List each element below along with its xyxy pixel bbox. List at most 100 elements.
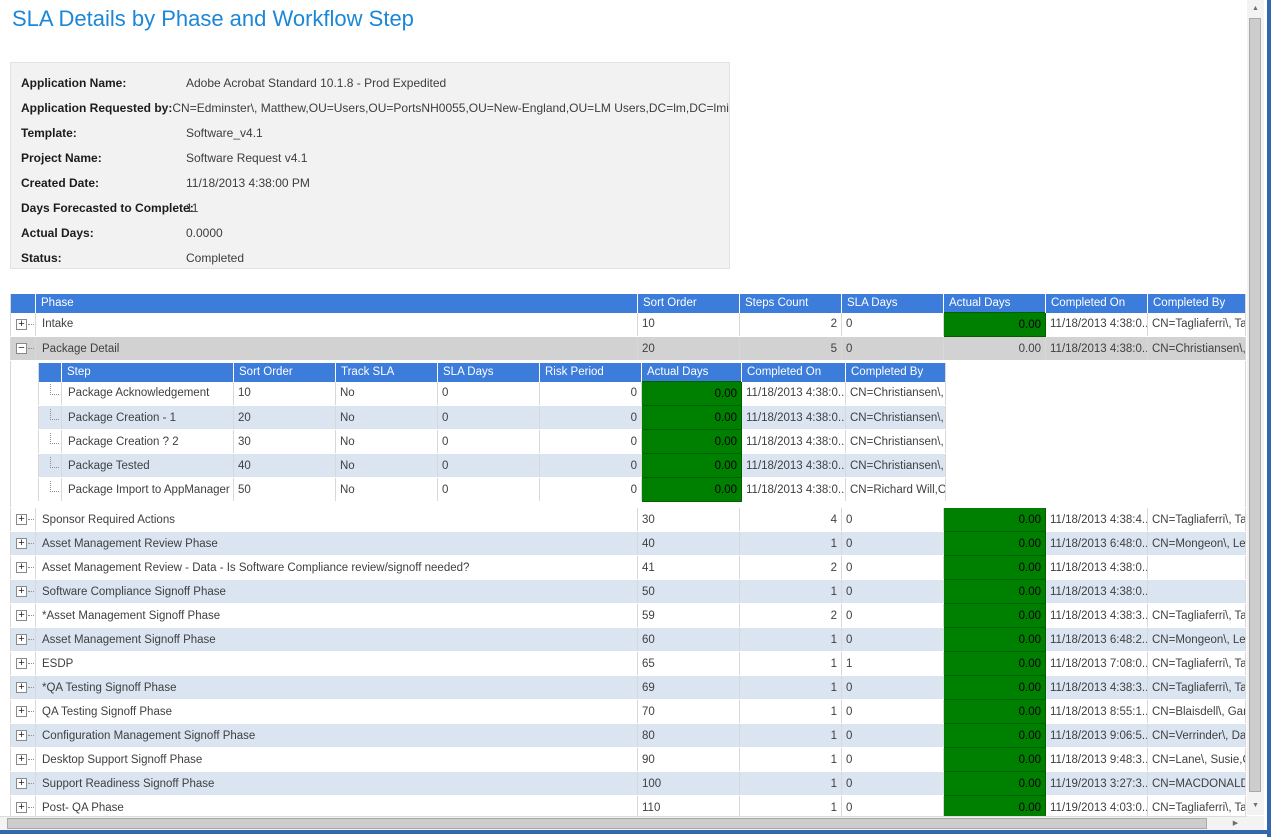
completed-by-cell: CN=Christiansen\, ... [1148, 337, 1246, 361]
step-connector-cell [39, 454, 62, 478]
sla-days-cell: 0 [842, 628, 944, 652]
horizontal-scroll-thumb[interactable] [7, 818, 1207, 829]
expander-cell[interactable]: + [11, 628, 36, 652]
phase-name-cell: *Asset Management Signoff Phase [36, 604, 638, 628]
track-sla-cell: No [336, 454, 438, 478]
completed-by-cell: CN=Tagliaferri\, Ta... [1148, 313, 1246, 337]
info-field-row: Application Requested by:CN=Edminster\, … [11, 95, 729, 120]
scroll-down-icon: ▼ [1252, 802, 1259, 809]
dotted-connector [28, 663, 36, 664]
scroll-down-button[interactable]: ▼ [1248, 798, 1263, 813]
dotted-connector [28, 639, 36, 640]
sort-order-cell: 40 [234, 454, 336, 478]
info-field-value: CN=Edminster\, Matthew,OU=Users,OU=Ports… [172, 101, 729, 115]
horizontal-scrollbar[interactable]: ▶ [0, 816, 1247, 831]
expander-cell[interactable]: + [11, 604, 36, 628]
steps-count-cell: 1 [740, 748, 842, 772]
expand-icon[interactable]: + [16, 730, 27, 741]
phase-header-row: PhaseSort OrderSteps CountSLA DaysActual… [11, 294, 1246, 313]
info-field-row: Project Name:Software Request v4.1 [11, 145, 729, 170]
dotted-connector [28, 759, 36, 760]
sort-order-cell: 50 [234, 478, 336, 502]
risk-period-cell: 0 [540, 382, 642, 406]
dotted-connector [28, 783, 36, 784]
expander-cell[interactable]: + [11, 772, 36, 796]
collapse-icon[interactable]: − [16, 343, 27, 354]
info-field-row: Days Forecasted to Complete:11 [11, 195, 729, 220]
expand-icon[interactable]: + [16, 658, 27, 669]
actual-days-cell: 0.00 [944, 628, 1046, 652]
steps-count-cell: 5 [740, 337, 842, 361]
expander-cell[interactable]: + [11, 313, 36, 337]
dotted-connector [28, 687, 36, 688]
expand-icon[interactable]: + [16, 778, 27, 789]
expand-icon[interactable]: + [16, 706, 27, 717]
sla-days-cell: 0 [842, 772, 944, 796]
scroll-right-icon: ▶ [1233, 820, 1238, 827]
scroll-right-button[interactable]: ▶ [1228, 816, 1243, 831]
dotted-connector [28, 615, 36, 616]
step-name-cell: Package Tested [62, 454, 234, 478]
expand-icon[interactable]: + [16, 754, 27, 765]
phase-row: −Package Detail20500.0011/18/2013 4:38:0… [11, 337, 1246, 361]
sort-order-cell: 30 [638, 508, 740, 532]
expander-cell[interactable]: + [11, 580, 36, 604]
dotted-connector [28, 519, 36, 520]
expander-cell[interactable]: + [11, 652, 36, 676]
expand-icon[interactable]: + [16, 562, 27, 573]
risk-period-cell: 0 [540, 430, 642, 454]
step-column-header-risk-period: Risk Period [540, 363, 642, 382]
expand-icon[interactable]: + [16, 538, 27, 549]
vertical-scroll-thumb[interactable] [1249, 18, 1261, 792]
dotted-connector [28, 735, 36, 736]
expand-icon[interactable]: + [16, 586, 27, 597]
sla-days-cell: 0 [438, 406, 540, 430]
sort-order-cell: 20 [234, 406, 336, 430]
expand-icon[interactable]: + [16, 514, 27, 525]
expander-cell[interactable]: + [11, 508, 36, 532]
scroll-up-button[interactable]: ▲ [1248, 1, 1263, 16]
steps-count-cell: 1 [740, 532, 842, 556]
info-field-value: Completed [186, 251, 244, 265]
sla-days-cell: 0 [842, 724, 944, 748]
track-sla-cell: No [336, 382, 438, 406]
risk-period-cell: 0 [540, 478, 642, 502]
info-field-value: Software Request v4.1 [186, 151, 307, 165]
page-title: SLA Details by Phase and Workflow Step [12, 6, 414, 32]
expand-icon[interactable]: + [16, 634, 27, 645]
column-header-phase: Phase [36, 294, 638, 313]
sort-order-cell: 69 [638, 676, 740, 700]
info-field-label: Project Name: [11, 151, 186, 165]
sort-order-cell: 70 [638, 700, 740, 724]
phase-row: +Desktop Support Signoff Phase90100.0011… [11, 748, 1246, 772]
completed-by-cell: CN=Mongeon\, Le... [1148, 628, 1246, 652]
info-field-row: Created Date:11/18/2013 4:38:00 PM [11, 170, 729, 195]
sort-order-cell: 50 [638, 580, 740, 604]
vertical-scrollbar[interactable]: ▲ ▼ [1247, 0, 1264, 815]
phase-name-cell: Asset Management Review Phase [36, 532, 638, 556]
expander-cell[interactable]: + [11, 724, 36, 748]
phase-row: +Intake10200.0011/18/2013 4:38:0...CN=Ta… [11, 313, 1246, 337]
steps-count-cell: 2 [740, 313, 842, 337]
actual-days-cell: 0.00 [944, 532, 1046, 556]
step-row: Package Tested40No000.0011/18/2013 4:38:… [39, 454, 946, 478]
info-field-row: Template:Software_v4.1 [11, 120, 729, 145]
completed-on-cell: 11/18/2013 4:38:0... [742, 478, 846, 502]
sla-days-cell: 0 [842, 313, 944, 337]
expander-cell[interactable]: + [11, 556, 36, 580]
expander-cell[interactable]: + [11, 532, 36, 556]
step-row: Package Creation - 120No000.0011/18/2013… [39, 406, 946, 430]
expand-icon[interactable]: + [16, 610, 27, 621]
expand-icon[interactable]: + [16, 319, 27, 330]
expander-cell[interactable]: + [11, 676, 36, 700]
dotted-connector [28, 711, 36, 712]
step-column-header-sla-days: SLA Days [438, 363, 540, 382]
dotted-connector [28, 807, 36, 808]
expand-icon[interactable]: + [16, 682, 27, 693]
expander-cell[interactable]: + [11, 748, 36, 772]
expand-icon[interactable]: + [16, 802, 27, 813]
sla-days-cell: 0 [842, 580, 944, 604]
expander-cell[interactable]: − [11, 337, 36, 361]
expander-cell[interactable]: + [11, 700, 36, 724]
steps-count-cell: 1 [740, 772, 842, 796]
